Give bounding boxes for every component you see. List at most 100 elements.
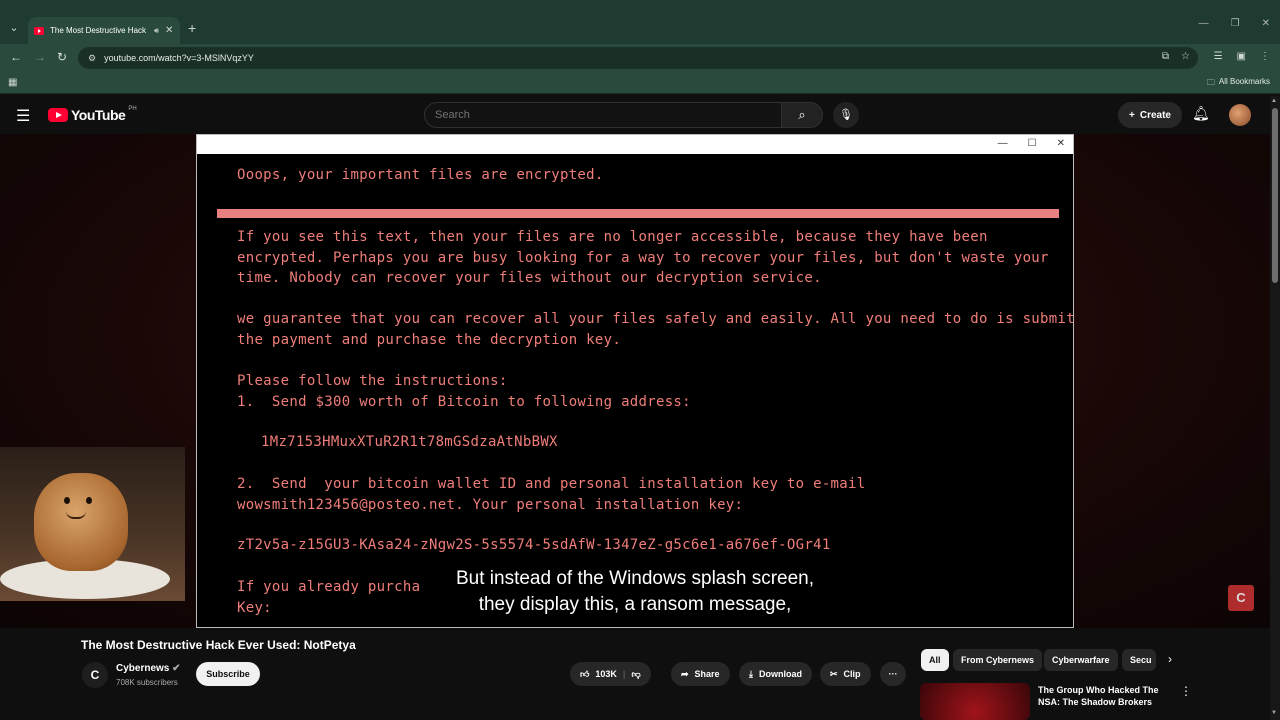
extension-icon[interactable]: ▣ [1237,51,1246,62]
address-bar[interactable]: ⚙︎ youtube.com/watch?v=3-MSlNVqzYY ⧉ ☆ [78,47,1198,69]
youtube-play-icon [48,108,68,122]
like-divider: | [622,669,626,679]
browser-menu-icon[interactable]: ⋮ [1260,51,1270,62]
scissors-icon: ✂ [830,668,838,679]
recommendation-title[interactable]: The Group Who Hacked The NSA: The Shadow… [1038,684,1168,708]
site-info-icon[interactable]: ⚙︎ [88,53,96,64]
forward-icon[interactable]: → [34,50,46,64]
minimize-icon[interactable]: — [1199,18,1209,29]
ransom-paragraph-1: If you see this text, then your files ar… [237,229,1049,286]
share-button[interactable]: ➦ Share [671,662,730,686]
youtube-wordmark: YouTube [71,107,126,123]
like-icon[interactable]: 👍︎ [580,669,589,680]
chip-from-cybernews[interactable]: From Cybernews [953,649,1043,671]
like-dislike-group: 👍︎ 103K | 👎︎ [570,662,651,686]
window-controls: — ❐ ✕ [1199,18,1270,29]
reload-icon[interactable]: ↻ [57,50,67,64]
search-icon: ⌕ [798,107,806,122]
search-box [424,102,782,128]
scroll-down-icon[interactable]: ▼ [1271,710,1277,716]
share-icon: ➦ [681,668,689,679]
country-code: PH [128,106,137,112]
installation-key: zT2v5a-z15GU3-KAsa24-zNgw2S-5s5574-5sdAf… [237,537,831,553]
microphone-icon: 🎙︎ [839,109,853,121]
chip-all[interactable]: All [921,649,949,671]
channel-name[interactable]: Cybernews ✔︎ [116,663,181,674]
bookmarks-bar: ▦ 🗀 All Bookmarks [0,72,1280,94]
apps-grid-icon[interactable]: ▦ [8,77,17,88]
chip-security[interactable]: Secu [1122,649,1156,671]
all-bookmarks-label: All Bookmarks [1218,77,1270,86]
bitcoin-address: 1Mz7153HMuxXTuR2R1t78mGSdzaAtNbBWX [261,434,558,450]
restore-icon[interactable]: ❐ [1231,18,1240,29]
tab-search-icon[interactable]: ⌄ [6,20,22,36]
youtube-header: ☰ YouTube PH ⌕ 🎙︎ + Create 🔔︎ [0,96,1270,134]
dislike-icon[interactable]: 👎︎ [631,669,640,680]
ransom-window: — ☐ ✕ Ooops, your important files are en… [196,134,1075,628]
youtube-logo[interactable]: YouTube PH [48,106,137,123]
download-label: Download [758,669,802,679]
clip-button[interactable]: ✂ Clip [820,662,871,686]
ransom-paragraph-2: we guarantee that you can recover all yo… [237,311,1075,348]
like-count[interactable]: 103K [595,669,617,679]
notifications-bell-icon[interactable]: 🔔︎ [1192,105,1210,122]
voice-search-button[interactable]: 🎙︎ [833,102,859,128]
page-scrollbar[interactable]: ▲ ▼ [1270,96,1280,720]
scrollbar-thumb[interactable] [1272,108,1278,283]
youtube-favicon-icon [34,26,44,35]
recommendation-thumbnail[interactable] [920,683,1030,720]
channel-watermark[interactable]: C [1228,585,1254,611]
ransom-instructions: Please follow the instructions: 1. Send … [237,373,691,410]
close-tab-icon[interactable]: ✕ [165,25,173,36]
video-details: The Most Destructive Hack Ever Used: Not… [0,628,1270,720]
search-button[interactable]: ⌕ [781,102,823,128]
download-button[interactable]: ⤓ Download [739,662,812,686]
ransom-header: Ooops, your important files are encrypte… [237,167,604,183]
subscribe-button[interactable]: Subscribe [196,662,260,686]
chip-cyberwarfare[interactable]: Cyberwarfare [1044,649,1118,671]
browser-tabstrip: ⌄ The Most Destructive Hack 🔊︎ ✕ + — ❐ ✕ [0,0,1280,44]
verified-icon: ✔︎ [172,663,181,674]
ransom-minimize-icon: — [997,138,1008,149]
url-text: youtube.com/watch?v=3-MSlNVqzYY [104,53,254,63]
back-icon[interactable]: ← [10,50,22,64]
search-input[interactable] [435,103,781,127]
browser-toolbar: ← → ↻ ⚙︎ youtube.com/watch?v=3-MSlNVqzYY… [0,44,1280,72]
create-button[interactable]: + Create [1118,102,1182,128]
subscriber-count: 708K subscribers [116,678,178,687]
ransom-email-instructions: 2. Send your bitcoin wallet ID and perso… [237,476,866,513]
subtitle-line-1: But instead of the Windows splash screen… [455,568,815,589]
mascot-mouth [66,511,86,519]
account-avatar[interactable] [1229,104,1251,126]
folder-icon: 🗀 [1206,78,1215,87]
tab-title: The Most Destructive Hack [50,26,147,35]
clip-label: Clip [843,669,861,679]
ransom-close-icon: ✕ [1056,138,1065,149]
mascot-eye [86,497,92,504]
close-window-icon[interactable]: ✕ [1262,18,1270,29]
share-label: Share [694,669,720,679]
channel-name-text: Cybernews [116,663,170,674]
ransom-window-titlebar: — ☐ ✕ [197,135,1073,154]
cookie-mascot [34,473,128,571]
audio-playing-icon[interactable]: 🔊︎ [154,26,159,36]
ransom-maximize-icon: ☐ [1027,138,1037,149]
new-tab-icon[interactable]: + [188,20,196,36]
hamburger-menu-icon[interactable]: ☰ [16,106,30,126]
chevron-right-icon[interactable]: › [1168,652,1172,666]
all-bookmarks-button[interactable]: 🗀 All Bookmarks [1207,77,1270,91]
toolbar-extensions: ☰ ▣ ⋮ [1214,51,1270,62]
tab-groups-icon[interactable]: ☰ [1214,51,1223,62]
bookmark-star-icon[interactable]: ☆ [1181,51,1190,62]
create-label: Create [1139,109,1171,121]
ransom-window-controls: — ☐ ✕ [998,138,1065,149]
video-title: The Most Destructive Hack Ever Used: Not… [81,638,356,652]
subtitle-line-2: they display this, a ransom message, [478,594,792,615]
download-icon: ⤓ [749,668,753,679]
channel-avatar[interactable]: C [82,662,108,688]
browser-tab[interactable]: The Most Destructive Hack 🔊︎ ✕ [28,17,180,44]
recommendation-more-icon[interactable]: ⋮ [1180,684,1192,698]
scroll-up-icon[interactable]: ▲ [1271,98,1277,104]
more-actions-icon[interactable]: ··· [880,662,906,686]
install-app-icon[interactable]: ⧉ [1162,51,1169,62]
